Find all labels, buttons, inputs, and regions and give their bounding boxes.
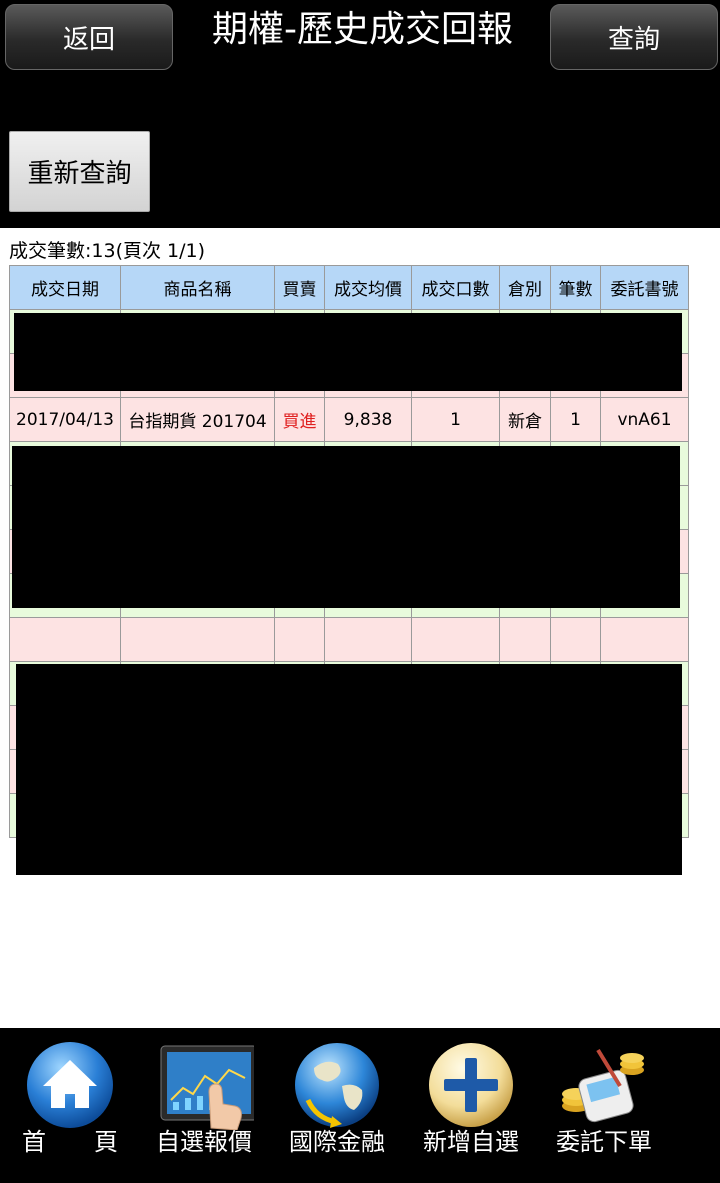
nav-add-watchlist[interactable]: 新增自選 bbox=[401, 1028, 541, 1183]
col-qty[interactable]: 成交口數 bbox=[411, 265, 500, 310]
qty: 1 bbox=[411, 397, 500, 442]
col-product-name[interactable]: 商品名稱 bbox=[120, 265, 275, 310]
product-name: 台指期貨 201704 bbox=[120, 397, 275, 442]
nav-place-order-label: 委託下單 bbox=[556, 1128, 652, 1156]
nav-watchlist-quote-label: 自選報價 bbox=[156, 1128, 252, 1156]
col-order-no[interactable]: 委託書號 bbox=[600, 265, 689, 310]
requery-button[interactable]: 重新查詢 bbox=[9, 131, 150, 212]
redacted-block bbox=[16, 664, 682, 875]
side: 買進 bbox=[274, 397, 325, 442]
table-row[interactable]: 2017/04/13 台指期貨 201704 買進 9,838 1 新倉 1 v… bbox=[9, 397, 689, 442]
nav-home[interactable]: 首 頁 bbox=[0, 1028, 140, 1183]
order-coins-icon bbox=[562, 1048, 644, 1123]
results-panel: 成交筆數:13(頁次 1/1) 成交日期 商品名稱 買賣 成交均價 成交口數 倉… bbox=[0, 228, 720, 1028]
position: 新倉 bbox=[499, 397, 551, 442]
plus-icon bbox=[429, 1043, 513, 1127]
col-avg-price[interactable]: 成交均價 bbox=[324, 265, 412, 310]
nav-international-finance-label: 國際金融 bbox=[289, 1128, 385, 1156]
col-count[interactable]: 筆數 bbox=[550, 265, 601, 310]
avg-price: 9,838 bbox=[324, 397, 412, 442]
col-position[interactable]: 倉別 bbox=[499, 265, 551, 310]
nav-international-finance[interactable]: 國際金融 bbox=[267, 1028, 407, 1183]
record-count: 成交筆數:13(頁次 1/1) bbox=[9, 240, 206, 262]
col-side[interactable]: 買賣 bbox=[274, 265, 325, 310]
count: 1 bbox=[550, 397, 601, 442]
nav-add-watchlist-label: 新增自選 bbox=[423, 1128, 519, 1156]
globe-icon bbox=[295, 1043, 379, 1128]
table-row[interactable] bbox=[9, 617, 689, 662]
query-button[interactable]: 查詢 bbox=[550, 4, 718, 70]
nav-home-label: 首 頁 bbox=[22, 1128, 118, 1156]
redacted-block bbox=[14, 313, 682, 391]
redacted-block bbox=[12, 446, 680, 608]
top-bar: 返回 期權-歷史成交回報 查詢 重新查詢 bbox=[0, 0, 720, 228]
bottom-nav: 首 頁 自選報價 國際金融 新增自選 委託下單 bbox=[0, 1028, 720, 1183]
system-nav-bar bbox=[0, 1168, 720, 1183]
order-no: vnA61 bbox=[600, 397, 689, 442]
nav-watchlist-quote[interactable]: 自選報價 bbox=[134, 1028, 274, 1183]
trade-date: 2017/04/13 bbox=[9, 397, 121, 442]
col-trade-date[interactable]: 成交日期 bbox=[9, 265, 121, 310]
home-icon bbox=[27, 1042, 113, 1128]
tablet-quote-icon bbox=[160, 1045, 254, 1130]
page-title: 期權-歷史成交回報 bbox=[212, 9, 513, 50]
nav-place-order[interactable]: 委託下單 bbox=[534, 1028, 674, 1183]
table-header-row: 成交日期 商品名稱 買賣 成交均價 成交口數 倉別 筆數 委託書號 bbox=[9, 265, 689, 310]
back-button[interactable]: 返回 bbox=[5, 4, 173, 70]
